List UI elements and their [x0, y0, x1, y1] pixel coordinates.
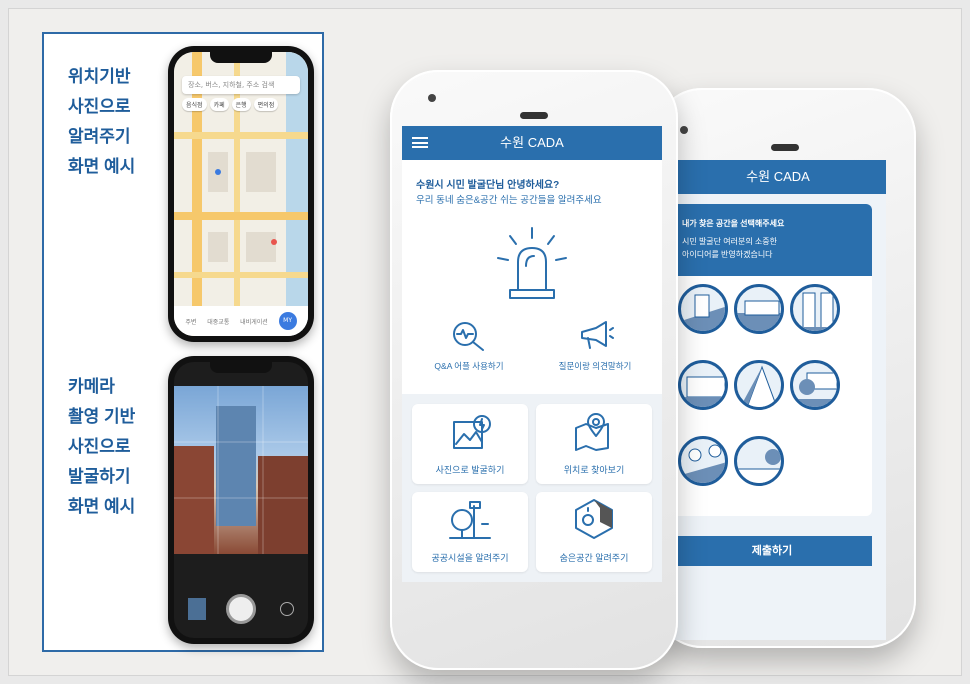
camera-phone	[168, 356, 314, 644]
tile-label: 공공시설을 알려주기	[431, 553, 509, 563]
tile-label: 사진으로 발굴하기	[435, 465, 505, 475]
front-camera	[680, 126, 688, 134]
front-phone-screen: 수원 CADA 수원시 시민 발굴단님 안녕하세요? 우리 동네 숨은&공간 쉬…	[402, 126, 662, 582]
space-option[interactable]	[734, 360, 784, 410]
map-category-chips: 음식점 카페 은행 편의점	[182, 98, 279, 111]
switch-camera-icon[interactable]	[280, 602, 294, 616]
map-screen: 장소, 버스, 지하철, 주소 검색 음식점 카페 은행 편의점 주변 대중교통…	[174, 52, 308, 336]
photo-icon	[453, 415, 491, 449]
bottom-tab[interactable]: 대중교통	[207, 317, 229, 326]
megaphone-icon	[581, 321, 614, 349]
front-phone: 수원 CADA 수원시 시민 발굴단님 안녕하세요? 우리 동네 숨은&공간 쉬…	[390, 70, 678, 670]
siren-icon	[497, 227, 567, 299]
category-chip[interactable]: 편의점	[253, 98, 279, 111]
greeting-subtitle: 우리 동네 숨은&공간 쉬는 공간들을 알려주세요	[416, 195, 602, 206]
space-option[interactable]	[734, 436, 784, 486]
camera-viewfinder	[174, 386, 308, 554]
phone-speaker	[520, 112, 548, 119]
map-pin-icon	[575, 413, 609, 451]
phone-notch	[210, 361, 272, 373]
app-title: 수원 CADA	[500, 135, 564, 150]
phone-notch	[210, 51, 272, 63]
map-caption: 위치기반 사진으로 알려주기 화면 예시	[68, 67, 136, 176]
photo-discover-tile[interactable]: 사진으로 발굴하기	[412, 404, 528, 484]
space-option[interactable]	[790, 284, 840, 334]
greeting-title: 수원시 시민 발굴단님 안녕하세요?	[416, 180, 560, 191]
card-subtitle-1: 시민 발굴단 여러분의 소중한	[682, 237, 777, 246]
public-facility-tile[interactable]: 공공시설을 알려주기	[412, 492, 528, 572]
category-chip[interactable]: 은행	[231, 98, 251, 111]
space-option[interactable]	[678, 436, 728, 486]
location-tile[interactable]: 위치로 찾아보기	[536, 404, 652, 484]
map-bottom-nav: 주변 대중교통 내비게이션 MY	[174, 306, 308, 336]
bottom-tab[interactable]: 내비게이션	[240, 317, 268, 326]
card-title: 내가 찾은 공간을 선택해주세요	[682, 219, 785, 228]
card-subtitle-2: 아이디어를 반영하겠습니다	[682, 250, 773, 259]
back-phone: 수원 CADA 내가 찾은 공간을 선택해주세요 시민 발굴단 여러분의 소중한…	[654, 88, 916, 648]
opinion-link-label: 질문이랑 의견말하기	[558, 361, 632, 371]
app-bar: 수원 CADA	[670, 160, 886, 194]
map-phone: 장소, 버스, 지하철, 주소 검색 음식점 카페 은행 편의점 주변 대중교통…	[168, 46, 314, 342]
example-panel: 위치기반 사진으로 알려주기 화면 예시 카메라 촬영 기반 사진으로 발굴하기…	[42, 32, 324, 652]
phone-speaker	[771, 144, 799, 151]
magnifier-icon	[453, 322, 484, 351]
building-scene	[174, 386, 308, 554]
submit-button[interactable]: 제출하기	[672, 536, 872, 566]
camera-screen	[174, 362, 308, 638]
camera-caption: 카메라 촬영 기반 사진으로 발굴하기 화면 예시	[68, 377, 136, 516]
bottom-tab[interactable]: 주변	[185, 317, 196, 326]
gallery-thumbnail[interactable]	[188, 598, 206, 620]
category-chip[interactable]: 카페	[209, 98, 229, 111]
hidden-space-cube-icon	[575, 499, 613, 539]
tile-grid: 사진으로 발굴하기 위치로 찾아보기 공공시설을 알려주기 숨은공간 알려주기	[402, 394, 662, 582]
app-bar: 수원 CADA	[402, 126, 662, 160]
opinion-link[interactable]: 질문이랑 의견말하기	[536, 318, 654, 378]
qa-link-label: Q&A 어플 사용하기	[434, 361, 504, 371]
tile-label: 위치로 찾아보기	[563, 465, 625, 475]
hamburger-menu-icon[interactable]	[412, 137, 428, 148]
bottom-tab[interactable]: MY	[278, 312, 297, 330]
tile-label: 숨은공간 알려주기	[559, 553, 629, 563]
app-title: 수원 CADA	[746, 169, 810, 184]
park-facility-icon	[449, 501, 491, 539]
card-header: 내가 찾은 공간을 선택해주세요 시민 발굴단 여러분의 소중한 아이디어를 반…	[672, 204, 872, 276]
selection-card: 내가 찾은 공간을 선택해주세요 시민 발굴단 여러분의 소중한 아이디어를 반…	[672, 204, 872, 516]
space-option[interactable]	[790, 360, 840, 410]
space-option[interactable]	[734, 284, 784, 334]
shutter-button[interactable]	[226, 594, 256, 624]
map-roads	[174, 52, 308, 336]
back-phone-screen: 수원 CADA 내가 찾은 공간을 선택해주세요 시민 발굴단 여러분의 소중한…	[670, 160, 886, 640]
front-camera	[428, 94, 436, 102]
category-chip[interactable]: 음식점	[182, 98, 207, 111]
map-search-input[interactable]: 장소, 버스, 지하철, 주소 검색	[182, 76, 300, 94]
qa-link[interactable]: Q&A 어플 사용하기	[410, 318, 528, 378]
hidden-space-tile[interactable]: 숨은공간 알려주기	[536, 492, 652, 572]
space-option[interactable]	[678, 284, 728, 334]
space-option[interactable]	[678, 360, 728, 410]
